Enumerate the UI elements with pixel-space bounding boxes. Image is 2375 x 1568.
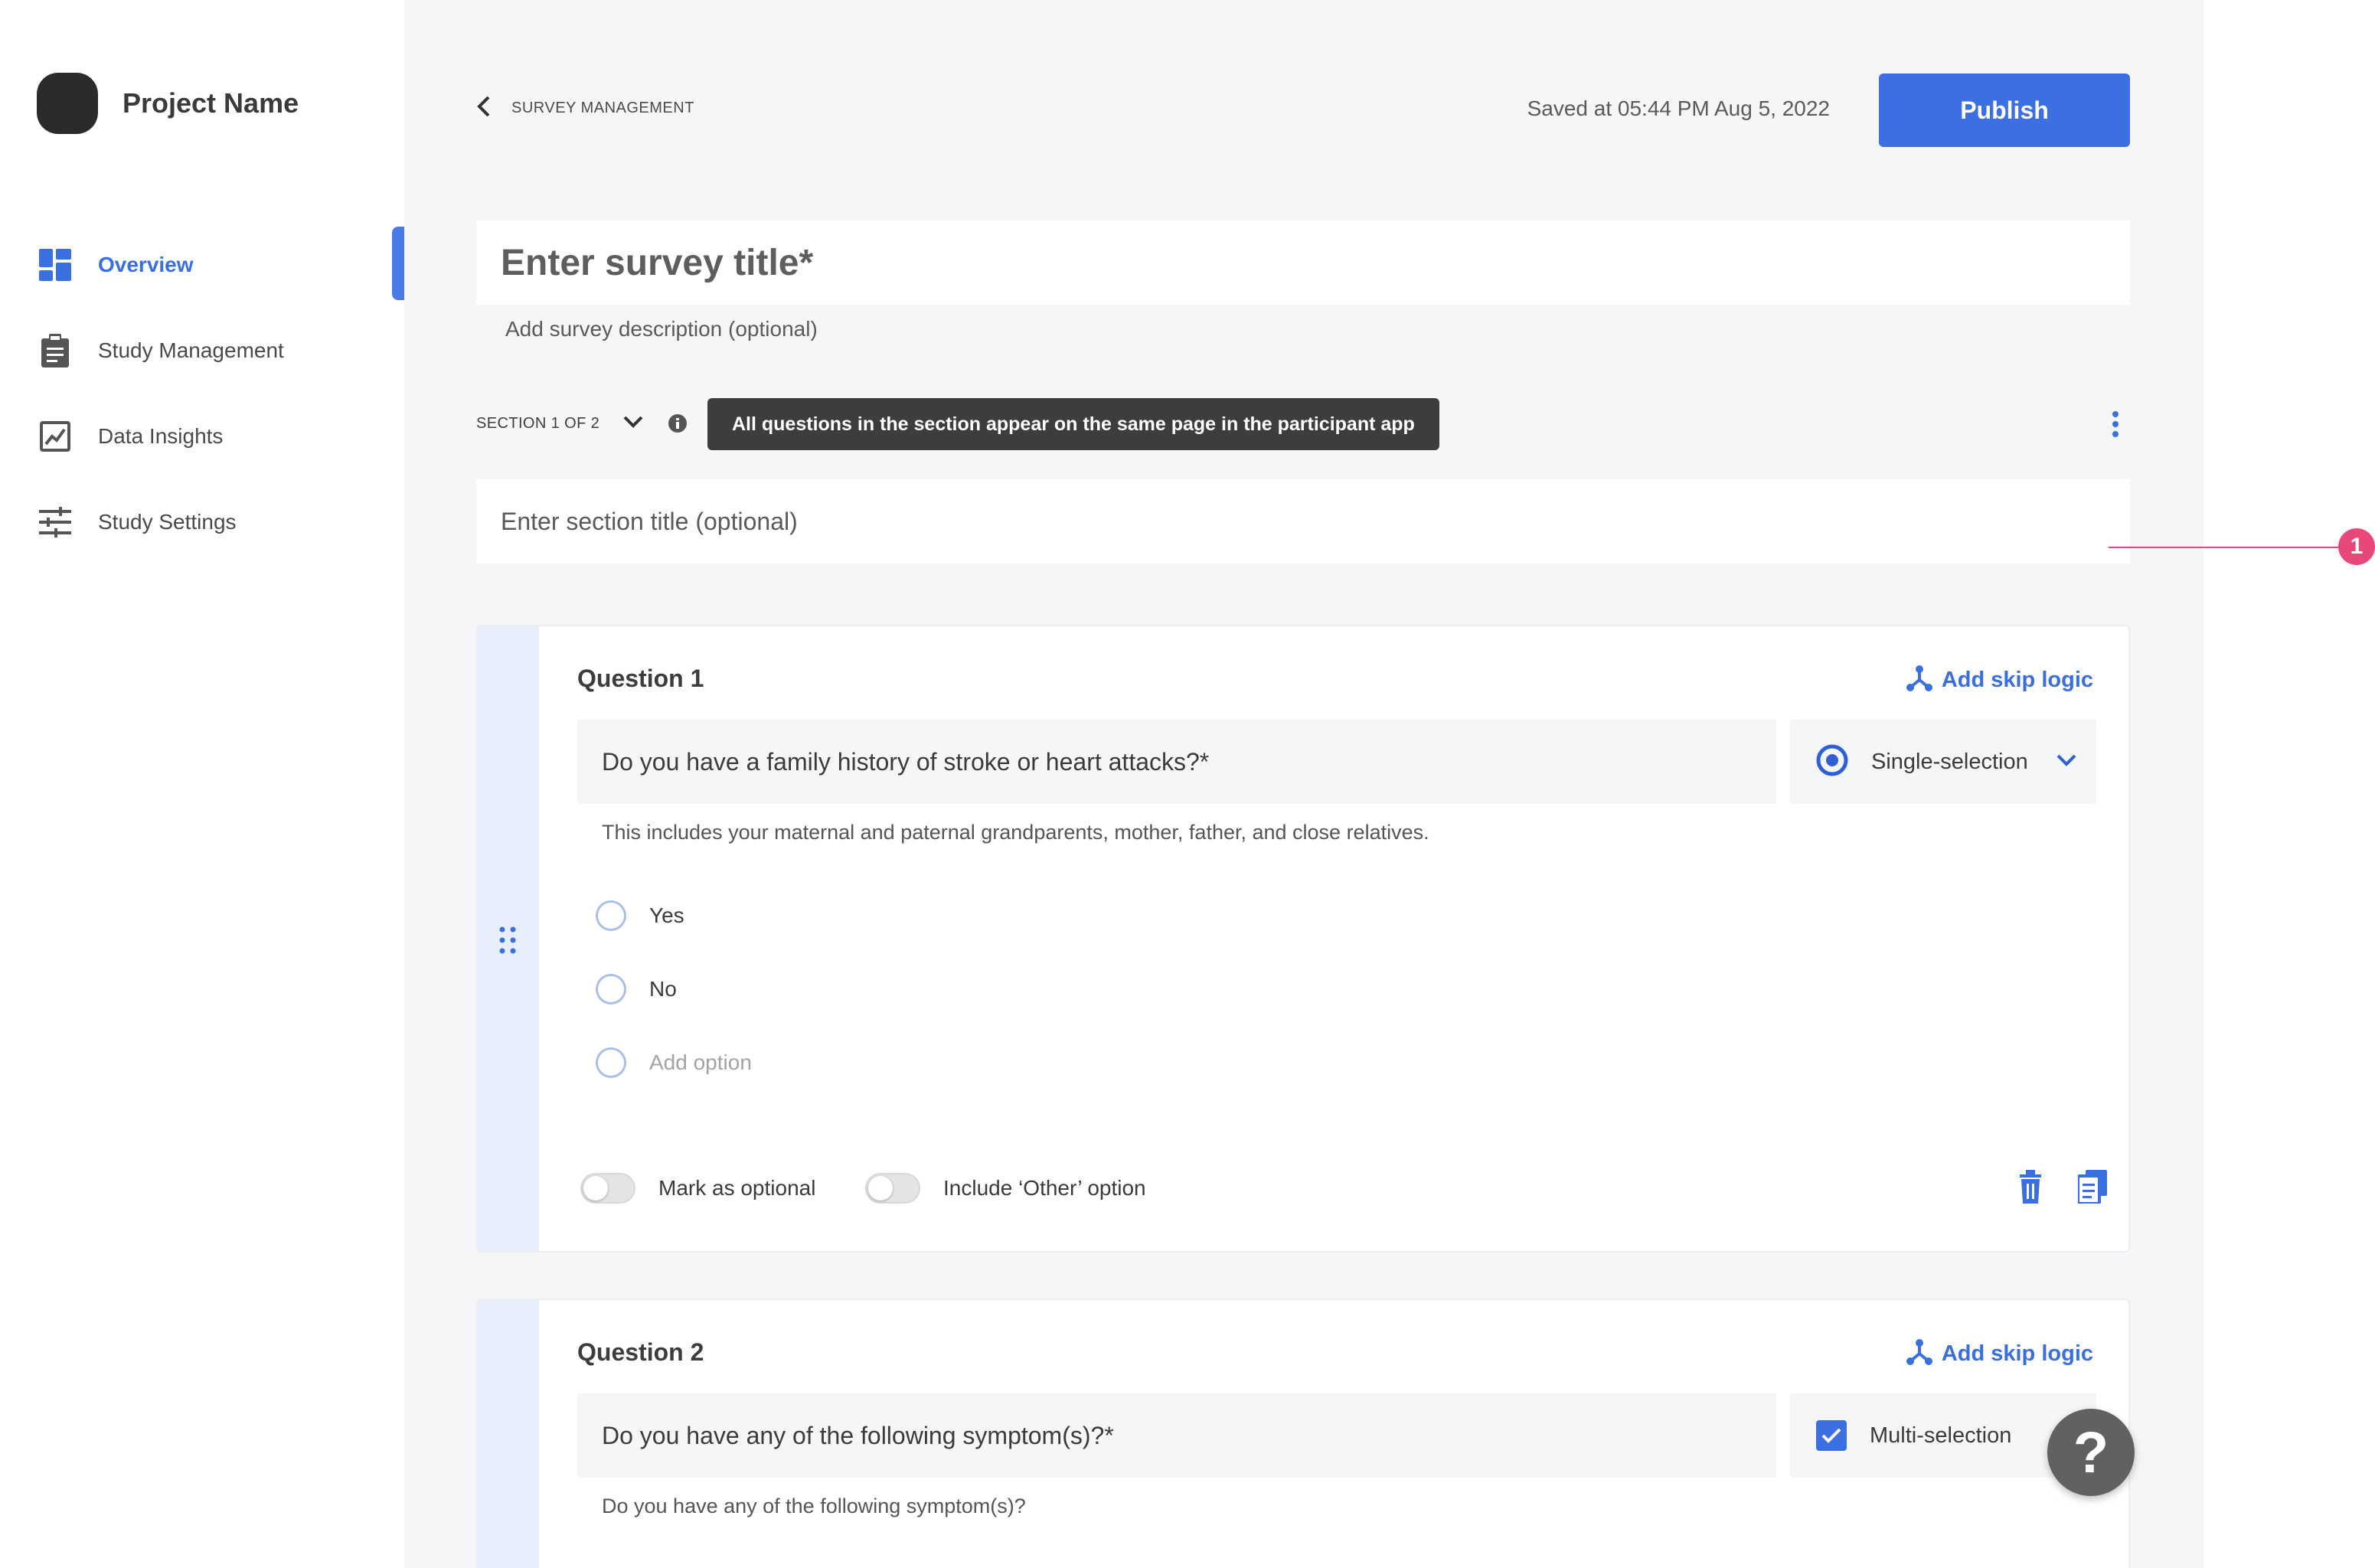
sidebar-item-label: Study Management xyxy=(98,338,284,362)
chevron-left-icon xyxy=(476,95,492,122)
question-description[interactable]: Do you have any of the following symptom… xyxy=(602,1494,1026,1518)
sidebar-item-label: Data Insights xyxy=(98,424,224,448)
section-title-input[interactable]: Enter section title (optional) xyxy=(476,479,2130,564)
branch-icon xyxy=(1906,665,1932,696)
breadcrumb: SURVEY MANAGEMENT xyxy=(511,100,694,116)
question-title: Question 2 xyxy=(577,1338,704,1366)
option-row[interactable]: No xyxy=(596,974,677,1004)
add-skip-logic-button[interactable]: Add skip logic xyxy=(1906,665,2093,696)
add-option-input[interactable]: Add option xyxy=(649,1050,752,1075)
option-label[interactable]: Yes xyxy=(649,903,684,928)
chevron-down-icon xyxy=(2055,749,2078,776)
publish-button[interactable]: Publish xyxy=(1879,74,2130,147)
question-title: Question 1 xyxy=(577,665,704,692)
include-other-toggle[interactable] xyxy=(865,1173,920,1204)
project-name: Project Name xyxy=(123,87,299,119)
trash-icon[interactable] xyxy=(2017,1170,2044,1207)
annotation-line xyxy=(2109,547,2338,548)
drag-rail[interactable] xyxy=(478,1300,539,1568)
sidebar-item-label: Overview xyxy=(98,253,194,276)
question-footer: Mark as optional Include ‘Other’ option xyxy=(580,1170,2107,1207)
saved-status: Saved at 05:44 PM Aug 5, 2022 xyxy=(1527,96,1830,120)
checkbox-checked-icon xyxy=(1816,1420,1847,1451)
project-logo xyxy=(37,73,98,134)
question-type-select[interactable]: Single-selection xyxy=(1790,720,2096,804)
skip-logic-label: Add skip logic xyxy=(1941,1341,2093,1366)
sidebar-item-study-management[interactable]: Study Management xyxy=(0,308,404,394)
back-link[interactable]: SURVEY MANAGEMENT xyxy=(476,95,694,122)
help-button[interactable]: ? xyxy=(2047,1409,2135,1496)
section-header: SECTION 1 OF 2 All questions in the sect… xyxy=(476,398,2130,450)
option-row[interactable]: Yes xyxy=(596,900,684,931)
toggle-knob xyxy=(868,1176,893,1200)
question-card: Question 2 Add skip logic Do you have an… xyxy=(476,1298,2130,1568)
sidebar-item-overview[interactable]: Overview xyxy=(0,222,404,308)
question-card: Question 1 Add skip logic Do you have a … xyxy=(476,625,2130,1253)
sliders-icon xyxy=(38,505,72,539)
mark-optional-toggle[interactable] xyxy=(580,1173,635,1204)
info-icon[interactable] xyxy=(668,413,688,437)
survey-description-input[interactable]: Add survey description (optional) xyxy=(505,317,818,341)
annotation-badge: 1 xyxy=(2338,528,2375,565)
sidebar-item-data-insights[interactable]: Data Insights xyxy=(0,394,404,479)
sidebar: Project Name Overview Study Management D… xyxy=(0,0,404,1568)
radio-selected-icon xyxy=(1816,744,1848,780)
drag-handle-icon[interactable] xyxy=(499,926,516,958)
mark-optional-label: Mark as optional xyxy=(658,1176,816,1200)
top-bar: SURVEY MANAGEMENT Saved at 05:44 PM Aug … xyxy=(476,74,2130,147)
section-label: SECTION 1 OF 2 xyxy=(476,415,600,432)
active-indicator xyxy=(392,227,404,300)
add-option-row[interactable]: Add option xyxy=(596,1047,752,1078)
drag-rail[interactable] xyxy=(478,626,539,1251)
section-tooltip: All questions in the section appear on t… xyxy=(707,398,1439,450)
question-type-label: Multi-selection xyxy=(1870,1423,2012,1448)
question-mark-icon: ? xyxy=(2073,1419,2109,1485)
duplicate-icon[interactable] xyxy=(2076,1170,2107,1207)
radio-button[interactable] xyxy=(596,900,626,931)
branch-icon xyxy=(1906,1338,1932,1370)
sidebar-nav: Overview Study Management Data Insights … xyxy=(0,222,404,565)
clipboard-icon xyxy=(38,334,72,368)
skip-logic-label: Add skip logic xyxy=(1941,668,2093,692)
question-text-input[interactable]: Do you have a family history of stroke o… xyxy=(577,720,1776,804)
include-other-label: Include ‘Other’ option xyxy=(943,1176,1146,1200)
add-skip-logic-button[interactable]: Add skip logic xyxy=(1906,1338,2093,1370)
dashboard-icon xyxy=(38,248,72,282)
question-text-input[interactable]: Do you have any of the following symptom… xyxy=(577,1393,1776,1478)
chart-icon xyxy=(38,420,72,453)
radio-button xyxy=(596,1047,626,1078)
brand[interactable]: Project Name xyxy=(37,72,299,135)
option-label[interactable]: No xyxy=(649,977,677,1001)
more-options-icon[interactable] xyxy=(2112,410,2119,442)
toggle-knob xyxy=(583,1176,608,1200)
sidebar-item-label: Study Settings xyxy=(98,510,237,534)
survey-title-input[interactable]: Enter survey title* xyxy=(476,220,2130,305)
question-description[interactable]: This includes your maternal and paternal… xyxy=(602,821,1429,844)
main-content: SURVEY MANAGEMENT Saved at 05:44 PM Aug … xyxy=(404,0,2338,1568)
chevron-down-icon[interactable] xyxy=(622,410,645,437)
radio-button[interactable] xyxy=(596,974,626,1004)
sidebar-item-study-settings[interactable]: Study Settings xyxy=(0,479,404,565)
question-type-label: Single-selection xyxy=(1871,749,2028,774)
